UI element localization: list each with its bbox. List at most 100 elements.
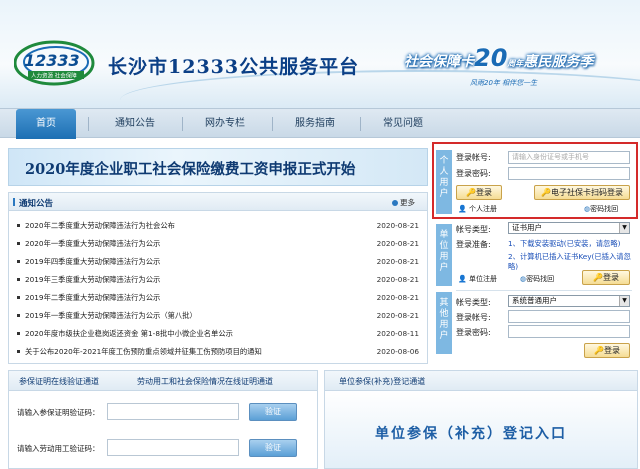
insurance-code-label: 请输入参保证明验证码： xyxy=(17,408,100,417)
other-login-label: 登录 xyxy=(603,346,620,355)
other-password-label: 登录密码: xyxy=(456,328,491,337)
bullet-icon xyxy=(17,278,20,281)
12333-logo: 12333 人力资源 社会保障 xyxy=(14,40,95,86)
site-header: 12333 人力资源 社会保障 长沙市12333公共服务平台 社会保障卡20周年… xyxy=(0,0,640,108)
notice-item[interactable]: 2019年四季度重大劳动保障违法行为公示 2020-08-21 xyxy=(17,255,421,269)
other-type-select[interactable]: 系统普通用户 ▼ xyxy=(508,295,630,307)
notice-item-date: 2020-08-21 xyxy=(376,239,419,248)
svg-text:12333: 12333 xyxy=(24,51,80,70)
bullet-icon xyxy=(17,242,20,245)
nav-divider xyxy=(182,117,183,131)
bullet-icon xyxy=(17,296,20,299)
site-title: 长沙市12333公共服务平台 xyxy=(108,56,360,78)
nav-online-services[interactable]: 网办专栏 xyxy=(190,109,260,139)
insurance-verify-button[interactable]: 验证 xyxy=(249,403,297,421)
driver-download-link[interactable]: 1、下载安装驱动(已安装，请忽略) xyxy=(508,239,621,249)
slogan-right: 惠民服务季 xyxy=(523,54,594,70)
nav-service-guide[interactable]: 服务指南 xyxy=(280,109,350,139)
other-password-input[interactable] xyxy=(508,325,630,338)
notice-item[interactable]: 2019年一季度重大劳动保障违法行为公示（第八批） 2020-08-21 xyxy=(17,309,421,323)
unit-login-button[interactable]: 🔑登录 xyxy=(582,270,630,285)
unit-type-label: 帐号类型: xyxy=(456,225,491,234)
panel-divider xyxy=(456,290,632,291)
unit-type-select[interactable]: 证书用户 ▼ xyxy=(508,222,630,234)
tab-insurance-proof[interactable]: 参保证明在线验证通道 xyxy=(19,376,99,387)
notice-panel: 通知公告 更多 2020年二季度重大劳动保障违法行为社会公布 2020-08-21… xyxy=(8,192,428,364)
nav-notices[interactable]: 通知公告 xyxy=(100,109,170,139)
other-type-value: 系统普通用户 xyxy=(512,296,557,305)
announcement-banner[interactable]: 2020年度企业职工社会保险缴费工资申报正式开始 xyxy=(8,148,428,186)
notice-item[interactable]: 2019年二季度重大劳动保障违法行为公示 2020-08-21 xyxy=(17,291,421,305)
unit-prep-label: 登录准备: xyxy=(456,240,491,249)
tab-labor-proof[interactable]: 劳动用工和社会保险情况在线证明通道 xyxy=(137,376,273,387)
notice-item-title: 关于公布2020年-2021年度工伤预防重点领域并征集工伤预防项目的通知 xyxy=(25,347,262,356)
personal-login-highlight xyxy=(432,142,638,219)
unit-registration-panel: 单位参保(补充)登记通道 单位参保（补充）登记入口 xyxy=(324,370,638,469)
labor-code-label: 请输入劳动用工验证码： xyxy=(17,444,100,453)
verification-panel: 参保证明在线验证通道 劳动用工和社会保险情况在线证明通道 请输入参保证明验证码：… xyxy=(8,370,318,469)
unit-register-label: 单位注册 xyxy=(468,275,497,283)
notice-title: 通知公告 xyxy=(12,198,54,209)
slogan-mid: 周年 xyxy=(507,59,524,68)
bullet-icon xyxy=(17,260,20,263)
other-account-label: 登录帐号: xyxy=(456,313,491,322)
more-label: 更多 xyxy=(400,198,415,207)
unit-recover-label: 密码找回 xyxy=(526,275,555,283)
notice-item[interactable]: 2020年度市级扶企业稳岗返还资金 第1-8批中小微企业名单公示 2020-08-… xyxy=(17,327,421,341)
nav-divider xyxy=(272,117,273,131)
bullet-icon xyxy=(17,314,20,317)
insurance-code-input[interactable] xyxy=(107,403,239,420)
notice-header: 通知公告 更多 xyxy=(9,193,427,211)
notice-item[interactable]: 关于公布2020年-2021年度工伤预防重点领域并征集工伤预防项目的通知 2020… xyxy=(17,345,421,359)
unit-registration-entry[interactable]: 单位参保（补充）登记入口 xyxy=(375,423,567,443)
notice-item-title: 2020年一季度重大劳动保障违法行为公示 xyxy=(25,239,161,248)
notice-item-date: 2020-08-21 xyxy=(376,293,419,302)
other-login-button[interactable]: 🔑登录 xyxy=(584,343,630,358)
notice-item-date: 2020-08-21 xyxy=(376,257,419,266)
nav-faq[interactable]: 常见问题 xyxy=(368,109,438,139)
unit-registration-title: 单位参保(补充)登记通道 xyxy=(339,377,426,386)
user-icon: 👤 xyxy=(458,275,467,283)
other-account-input[interactable] xyxy=(508,310,630,323)
notice-item[interactable]: 2020年二季度重大劳动保障违法行为社会公布 2020-08-21 xyxy=(17,219,421,233)
anniversary-slogan: 社会保障卡20周年惠民服务季 xyxy=(404,44,593,72)
notice-item-title: 2019年二季度重大劳动保障违法行为公示 xyxy=(25,293,161,302)
svg-text:人力资源 社会保障: 人力资源 社会保障 xyxy=(31,72,77,80)
unit-register-link[interactable]: 👤 单位注册 xyxy=(458,274,497,284)
key-icon: 🔑 xyxy=(594,346,604,355)
slogan-subtitle: 风雨20年 相伴您一生 xyxy=(470,79,538,87)
key-icon: 🔑 xyxy=(593,273,603,282)
notice-item-title: 2019年三季度重大劳动保障违法行为公示 xyxy=(25,275,161,284)
tab-unit-user[interactable]: 单位用户 xyxy=(436,224,452,286)
unit-login-label: 登录 xyxy=(602,273,619,282)
nav-divider xyxy=(360,117,361,131)
cert-key-note: 2、计算机已插入证书Key(已插入请忽略) xyxy=(508,252,631,271)
bullet-icon xyxy=(17,332,20,335)
other-type-label: 帐号类型: xyxy=(456,298,491,307)
slogan-left: 社会保障卡 xyxy=(404,54,474,70)
notice-item-title: 2020年二季度重大劳动保障违法行为社会公布 xyxy=(25,221,175,230)
tab-other-user[interactable]: 其他用户 xyxy=(436,292,452,354)
notice-item-date: 2020-08-21 xyxy=(376,275,419,284)
unit-recover-link[interactable]: ◍密码找回 xyxy=(520,274,554,284)
notice-item-title: 2019年四季度重大劳动保障违法行为公示 xyxy=(25,257,161,266)
nav-divider xyxy=(88,117,89,131)
labor-code-input[interactable] xyxy=(107,439,239,456)
notice-item-title: 2019年一季度重大劳动保障违法行为公示（第八批） xyxy=(25,311,197,320)
notice-item-date: 2020-08-11 xyxy=(376,329,419,338)
notice-item[interactable]: 2019年三季度重大劳动保障违法行为公示 2020-08-21 xyxy=(17,273,421,287)
slogan-number: 20 xyxy=(474,44,508,72)
bullet-icon xyxy=(17,350,20,353)
bullet-icon xyxy=(17,224,20,227)
labor-verify-button[interactable]: 验证 xyxy=(249,439,297,457)
nav-home[interactable]: 首页 xyxy=(16,109,76,139)
unit-registration-header: 单位参保(补充)登记通道 xyxy=(325,371,637,391)
notice-item[interactable]: 2020年一季度重大劳动保障违法行为公示 2020-08-21 xyxy=(17,237,421,251)
chevron-down-icon: ▼ xyxy=(619,296,629,306)
verification-tabs: 参保证明在线验证通道 劳动用工和社会保险情况在线证明通道 xyxy=(9,371,317,391)
more-link[interactable]: 更多 xyxy=(392,197,415,208)
notice-item-date: 2020-08-21 xyxy=(376,311,419,320)
main-nav: 首页 通知公告 网办专栏 服务指南 常见问题 xyxy=(0,108,640,139)
notice-item-date: 2020-08-06 xyxy=(376,347,419,356)
banner-text: 2020年度企业职工社会保险缴费工资申报正式开始 xyxy=(25,161,356,178)
